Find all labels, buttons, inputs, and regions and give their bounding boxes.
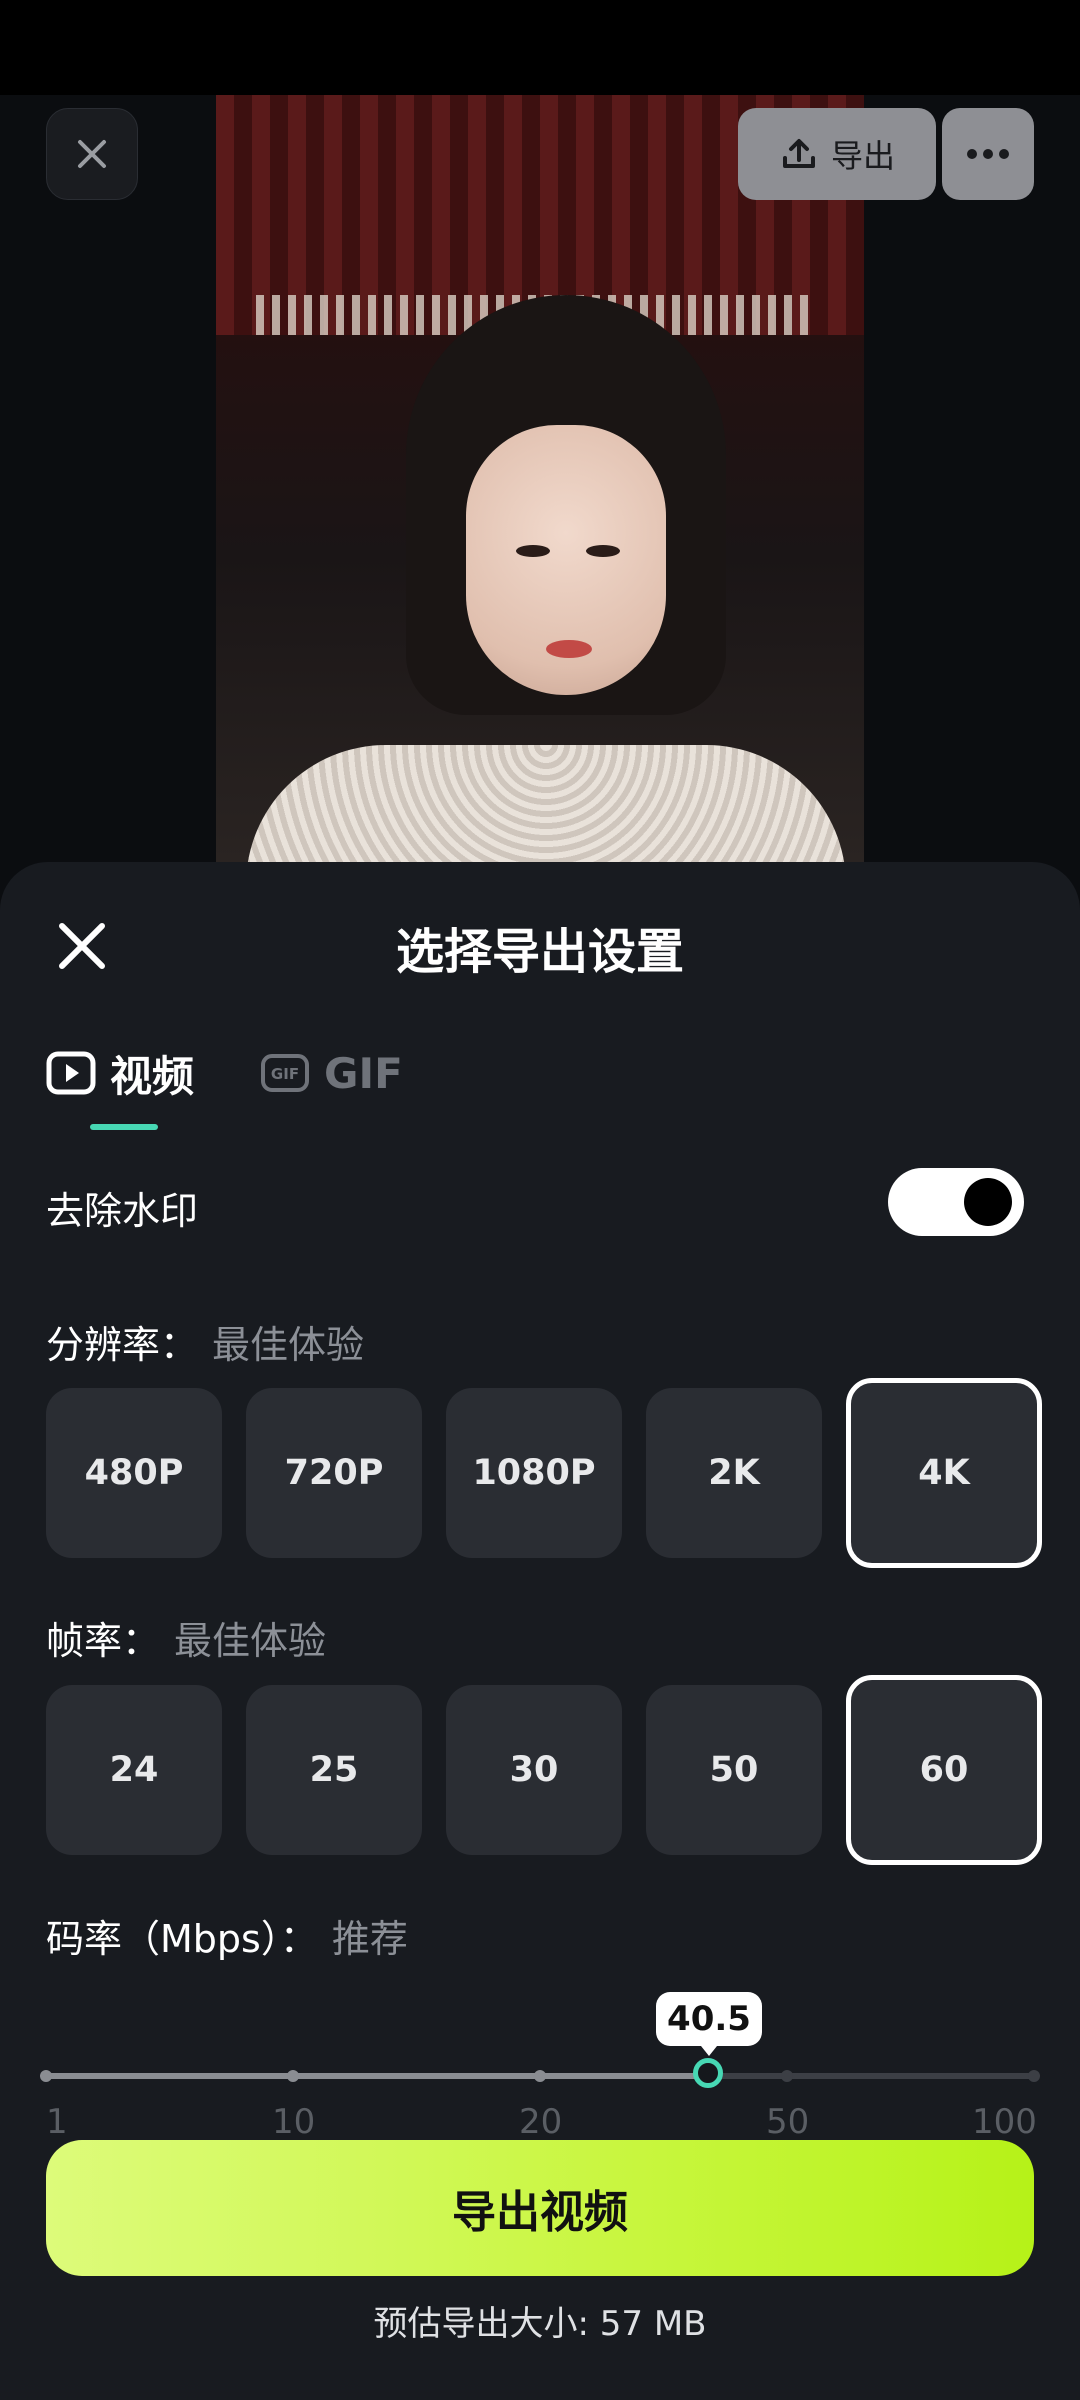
slider-stop-100 [1028,2070,1040,2082]
frame-rate-option-25[interactable]: 25 [246,1685,422,1855]
resolution-options: 480P 720P 1080P 2K 4K [46,1378,1042,1568]
gif-icon: GIF [261,1054,310,1092]
resolution-option-2k[interactable]: 2K [646,1388,822,1558]
upload-icon [782,139,815,168]
bitrate-tick-10: 10 [272,2102,316,2142]
slider-stop-50 [781,2070,793,2082]
resolution-option-1080p[interactable]: 1080P [446,1388,622,1558]
frame-rate-row-label: 帧率： 最佳体验 [46,1610,326,1665]
more-options-button[interactable] [942,108,1034,200]
export-video-button[interactable]: 导出视频 [46,2140,1034,2276]
resolution-label: 分辨率： [46,1323,199,1367]
bitrate-tick-100: 100 [972,2102,1037,2142]
frame-rate-option-60[interactable]: 60 [846,1675,1042,1865]
frame-rate-label: 帧率： [46,1619,161,1663]
lips [546,640,592,658]
bitrate-slider-thumb[interactable] [693,2058,723,2088]
bitrate-slider-fill [46,2073,708,2079]
frame-rate-option-24[interactable]: 24 [46,1685,222,1855]
bitrate-value-bubble: 40.5 [656,1992,762,2056]
close-icon [78,140,106,168]
video-preview-frame [216,95,864,865]
resolution-row-label: 分辨率： 最佳体验 [46,1314,364,1369]
bitrate-label: 码率（Mbps）： [46,1917,318,1961]
slider-stop-1 [40,2070,52,2082]
tab-video[interactable]: 视频 [46,1043,194,1104]
frame-rate-options: 24 25 30 50 60 [46,1675,1042,1865]
toggle-knob [964,1178,1012,1226]
resolution-option-720p[interactable]: 720P [246,1388,422,1558]
estimated-size: 预估导出大小: 57 MB [373,2304,707,2344]
play-icon [46,1051,96,1095]
bitrate-tick-1: 1 [46,2102,68,2142]
resolution-option-480p[interactable]: 480P [46,1388,222,1558]
eye-right [586,545,620,557]
watermark-toggle[interactable] [888,1168,1024,1236]
tab-video-label: 视频 [110,1051,195,1101]
bitrate-tick-20: 20 [519,2102,563,2142]
svg-text:GIF: GIF [271,1065,299,1083]
close-preview-button[interactable] [46,108,138,200]
bitrate-hint: 推荐 [331,1917,408,1961]
watermark-label: 去除水印 [46,1189,199,1233]
slider-stop-10 [287,2070,299,2082]
frame-rate-hint: 最佳体验 [174,1619,327,1663]
resolution-hint: 最佳体验 [212,1323,365,1367]
lace-dress [246,745,846,865]
status-bar [0,0,1080,95]
frame-rate-option-30[interactable]: 30 [446,1685,622,1855]
slider-stop-20 [534,2070,546,2082]
bitrate-row-label: 码率（Mbps）： 推荐 [46,1908,408,1963]
resolution-option-4k[interactable]: 4K [846,1378,1042,1568]
format-tabs: 视频 GIF GIF [46,1038,469,1108]
bitrate-tick-50: 50 [766,2102,810,2142]
more-icon [967,149,1009,159]
export-top-button[interactable]: 导出 [738,108,936,200]
tab-gif-label: GIF [324,1048,403,1098]
frame-rate-option-50[interactable]: 50 [646,1685,822,1855]
eye-left [516,545,550,557]
tab-gif[interactable]: GIF GIF [260,1049,403,1098]
sheet-title: 选择导出设置 [395,924,684,980]
export-top-label: 导出 [830,137,895,175]
active-tab-indicator [90,1124,158,1130]
